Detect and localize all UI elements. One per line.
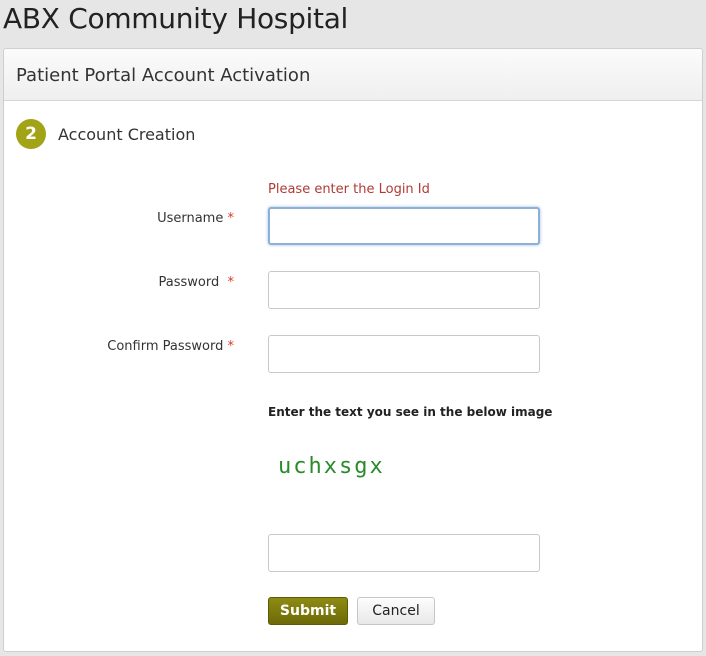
required-marker: * [227, 211, 235, 226]
password-input[interactable] [268, 271, 540, 309]
activation-panel: Patient Portal Account Activation 2 Acco… [3, 48, 703, 652]
cancel-button[interactable]: Cancel [357, 597, 435, 625]
password-label-text: Password [158, 275, 220, 290]
confirm-password-label-text: Confirm Password [107, 339, 224, 354]
password-label: Password * [4, 275, 235, 290]
captcha-input[interactable] [268, 534, 540, 572]
confirm-password-input[interactable] [268, 335, 540, 373]
hospital-name: ABX Community Hospital [3, 2, 349, 35]
confirm-password-label: Confirm Password * [4, 339, 234, 354]
username-error-message: Please enter the Login Id [268, 182, 430, 197]
required-marker: * [227, 275, 235, 290]
step-title: Account Creation [58, 125, 196, 144]
username-label: Username * [4, 211, 234, 226]
username-label-text: Username [157, 211, 224, 226]
captcha-image: uchxsgx [278, 454, 385, 479]
panel-header: Patient Portal Account Activation [4, 49, 702, 101]
captcha-prompt: Enter the text you see in the below imag… [268, 405, 553, 419]
required-marker: * [227, 339, 235, 354]
username-input[interactable] [268, 207, 540, 245]
step-number-badge: 2 [16, 119, 46, 149]
submit-button[interactable]: Submit [268, 597, 348, 625]
panel-title: Patient Portal Account Activation [16, 65, 311, 86]
